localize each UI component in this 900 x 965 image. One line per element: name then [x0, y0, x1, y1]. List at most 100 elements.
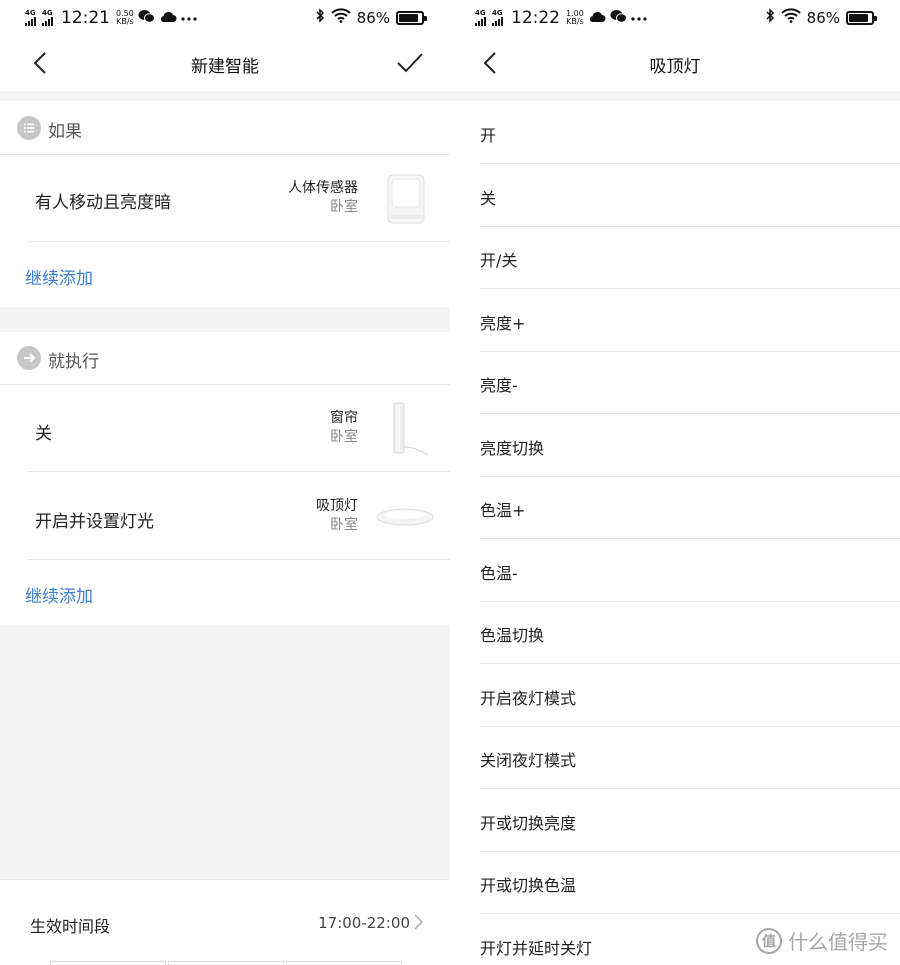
action-option-label: 亮度+ — [480, 313, 526, 333]
action-option-label: 开/关 — [480, 251, 518, 270]
action-option[interactable]: 开启夜灯模式 — [480, 664, 900, 727]
action-option-label: 开或切换色温 — [480, 876, 577, 895]
action-option[interactable]: 色温+ — [480, 476, 900, 539]
action-option[interactable]: 亮度- — [480, 351, 900, 414]
action-option-label: 亮度- — [480, 376, 518, 395]
signal-icon: 4G — [25, 10, 36, 26]
action-option[interactable]: 色温切换 — [480, 601, 900, 664]
action-option[interactable]: 关闭夜灯模式 — [480, 726, 900, 789]
action-option[interactable]: 关 — [480, 164, 900, 227]
divider — [28, 559, 450, 560]
signal-icon: 4G — [475, 10, 486, 26]
wechat-icon — [610, 9, 627, 28]
watermark-badge: 值 — [756, 927, 782, 954]
more-icon — [631, 10, 647, 26]
battery-icon — [396, 10, 427, 25]
device-name: 窗帘 — [330, 410, 358, 426]
nav-bar: 新建智能 — [0, 36, 450, 91]
action-row[interactable]: 开启并设置灯光 吸顶灯 卧室 — [0, 472, 450, 559]
arrow-right-icon — [17, 346, 41, 370]
empty-area — [0, 625, 450, 879]
action-title: 开启并设置灯光 — [35, 512, 154, 532]
battery-percent: 86% — [356, 8, 390, 27]
action-option-label: 开 — [480, 126, 497, 145]
wifi-icon — [780, 8, 801, 27]
action-option-label: 开或切换亮度 — [480, 813, 577, 833]
action-title: 关 — [35, 424, 52, 444]
status-bar: 4G 4G 12:22 1.00 KB/s 86% — [450, 0, 900, 36]
effective-time-label: 生效时间段 — [30, 917, 111, 936]
action-option-label: 关 — [480, 188, 497, 208]
cloud-icon — [159, 9, 177, 27]
if-section-label: 如果 — [48, 122, 82, 142]
network-type: 4G — [492, 9, 503, 17]
then-section-header: 就执行 — [0, 332, 450, 386]
status-time: 12:21 — [61, 8, 110, 28]
watermark: 值 什么值得买 — [756, 926, 888, 955]
nav-bar: 吸顶灯 — [450, 36, 900, 91]
device-room: 卧室 — [330, 517, 358, 533]
action-option-label: 开启夜灯模式 — [480, 688, 577, 708]
footer-tab-edges — [50, 961, 402, 965]
status-time: 12:22 — [511, 8, 560, 28]
curtain-motor-image — [393, 402, 429, 456]
wechat-icon — [138, 9, 155, 28]
device-name: 人体传感器 — [288, 180, 358, 196]
effective-time-value: 17:00-22:00 — [318, 914, 410, 932]
signal-icon: 4G — [492, 10, 503, 26]
ceiling-light-actions-screen: 4G 4G 12:22 1.00 KB/s 86% 吸顶灯 开 关 开/关 亮度… — [450, 0, 900, 965]
effective-time-row[interactable]: 生效时间段 17:00-22:00 — [0, 879, 450, 965]
watermark-text: 什么值得买 — [788, 930, 888, 954]
network-speed: 1.00 KB/s — [566, 10, 584, 26]
action-option[interactable]: 亮度切换 — [480, 414, 900, 477]
status-bar: 4G 4G 12:21 0.50 KB/s 86% — [0, 0, 450, 36]
chevron-right-icon — [414, 914, 424, 930]
new-automation-screen: 4G 4G 12:21 0.50 KB/s 86% 新建智能 如果 有人移动且亮… — [0, 0, 450, 965]
action-option-label: 关闭夜灯模式 — [480, 751, 577, 770]
action-device: 吸顶灯 卧室 — [316, 497, 358, 535]
ceiling-light-image — [376, 508, 434, 526]
action-option-label: 色温切换 — [480, 626, 545, 645]
page-title: 吸顶灯 — [649, 57, 701, 77]
motion-sensor-image — [387, 174, 425, 224]
device-room: 卧室 — [330, 429, 358, 445]
section-divider — [0, 307, 450, 332]
action-option[interactable]: 色温- — [480, 539, 900, 602]
action-option-label: 色温+ — [480, 501, 526, 520]
action-option-label: 亮度切换 — [480, 438, 545, 458]
condition-row[interactable]: 有人移动且亮度暗 人体传感器 卧室 — [0, 155, 450, 241]
divider — [28, 241, 450, 242]
action-option[interactable]: 开或切换亮度 — [480, 789, 900, 852]
speed-unit: KB/s — [566, 17, 584, 26]
condition-title: 有人移动且亮度暗 — [35, 193, 171, 213]
signal-icon: 4G — [42, 10, 53, 26]
network-type: 4G — [25, 9, 36, 17]
action-option[interactable]: 开或切换色温 — [480, 851, 900, 914]
device-name: 吸顶灯 — [316, 498, 358, 514]
action-option[interactable]: 开/关 — [480, 226, 900, 289]
bluetooth-icon — [765, 8, 775, 27]
battery-percent: 86% — [806, 8, 840, 27]
network-type: 4G — [42, 9, 53, 17]
if-section-header: 如果 — [0, 101, 450, 155]
action-option-label: 色温- — [480, 563, 518, 583]
speed-unit: KB/s — [116, 17, 134, 26]
bluetooth-icon — [315, 8, 325, 27]
action-device: 窗帘 卧室 — [330, 409, 358, 447]
cloud-icon — [588, 9, 606, 27]
list-icon — [17, 116, 41, 140]
page-title: 新建智能 — [191, 57, 259, 77]
section-divider — [0, 91, 450, 101]
confirm-button[interactable] — [396, 50, 424, 76]
network-speed: 0.50 KB/s — [116, 10, 134, 26]
action-row[interactable]: 关 窗帘 卧室 — [0, 385, 450, 471]
action-option[interactable]: 亮度+ — [480, 289, 900, 352]
add-action-link[interactable]: 继续添加 — [25, 582, 93, 607]
then-section-label: 就执行 — [48, 352, 99, 372]
more-icon — [181, 10, 197, 26]
add-condition-link[interactable]: 继续添加 — [25, 264, 93, 289]
section-divider — [450, 91, 900, 101]
wifi-icon — [330, 8, 351, 27]
action-option-label: 开灯并延时关灯 — [480, 938, 593, 958]
action-option[interactable]: 开 — [480, 101, 900, 164]
